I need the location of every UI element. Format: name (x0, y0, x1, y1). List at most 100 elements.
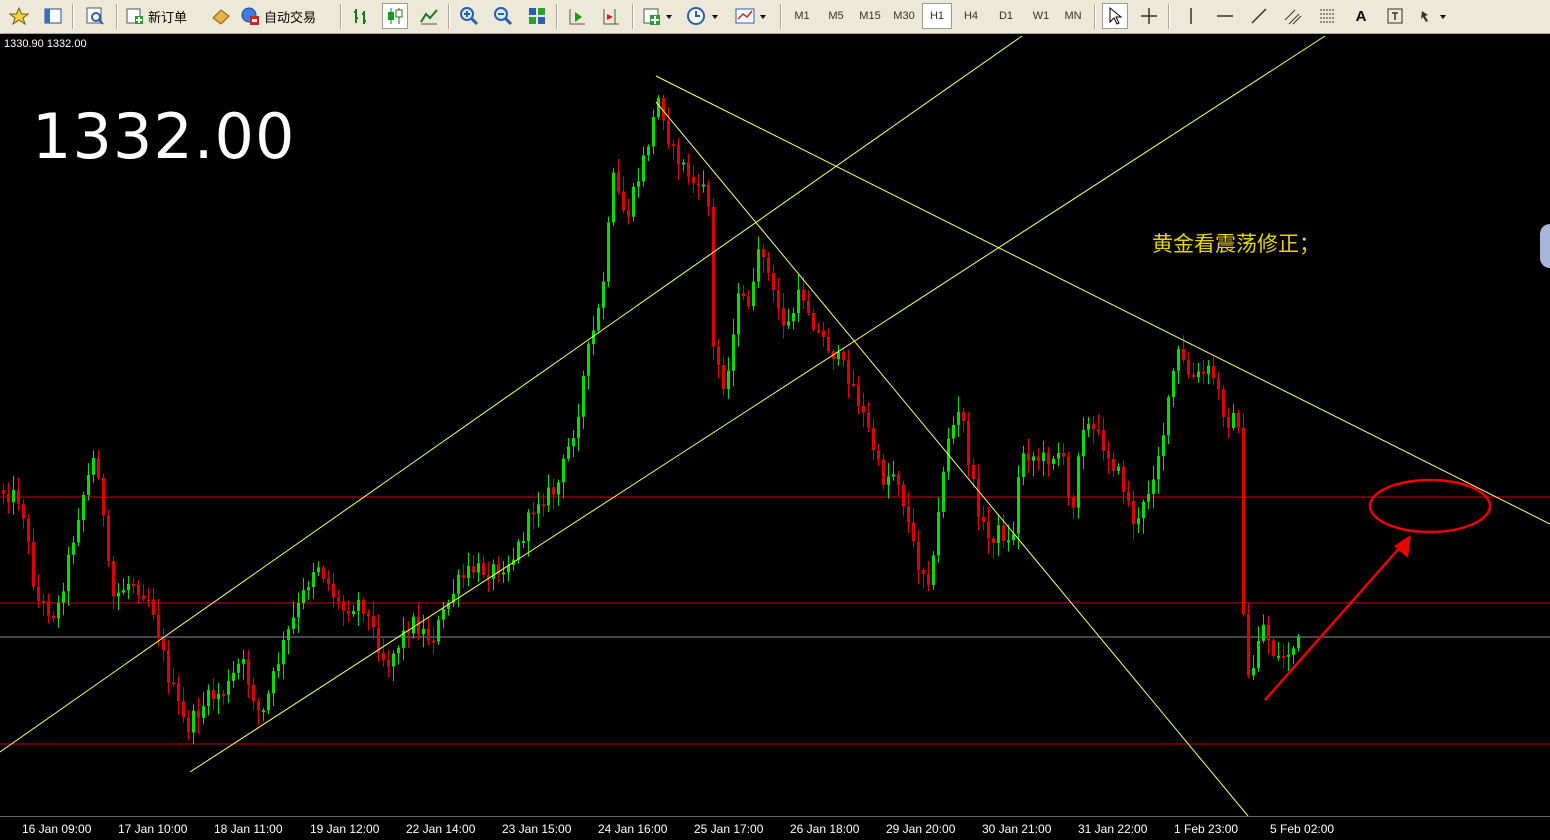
timeframe-h4[interactable]: H4 (956, 3, 986, 29)
candle-body (532, 512, 535, 515)
candle-body (1162, 435, 1165, 457)
chart-shift-icon[interactable] (598, 3, 624, 29)
text-tool[interactable]: A (1348, 3, 1374, 29)
time-axis-label: 25 Jan 17:00 (694, 822, 764, 836)
candle-body (567, 446, 570, 459)
candle-body (412, 616, 415, 634)
auto-trading-icon (241, 7, 259, 25)
candle-body (982, 516, 985, 523)
candle-body (737, 293, 740, 335)
candle-body (692, 176, 695, 184)
favorites-star-icon[interactable] (6, 3, 32, 29)
timeframe-m30[interactable]: M30 (889, 3, 919, 29)
timeframe-m1[interactable]: M1 (787, 3, 817, 29)
templates-dropdown[interactable] (732, 3, 772, 29)
time-axis-label: 24 Jan 16:00 (598, 822, 668, 836)
timeframe-d1[interactable]: D1 (991, 3, 1021, 29)
candle-body (1122, 466, 1125, 492)
line-chart-icon[interactable] (416, 3, 442, 29)
candle-body (747, 296, 750, 307)
candle-body (927, 573, 930, 585)
indicators-dropdown[interactable] (640, 3, 676, 29)
candle-body (872, 427, 875, 451)
chart-scroll-knob[interactable] (1540, 224, 1550, 268)
candle-body (937, 511, 940, 556)
candle-body (422, 628, 425, 635)
profiles-icon[interactable] (40, 3, 66, 29)
candle-body (37, 586, 40, 601)
time-axis-label: 1 Feb 23:00 (1174, 822, 1239, 836)
candle-body (892, 474, 895, 477)
candle-body (437, 619, 440, 642)
candle-body (467, 566, 470, 578)
candle-body (482, 563, 485, 575)
zoom-in-icon[interactable] (456, 3, 482, 29)
candle-body (1077, 456, 1080, 508)
candle-body (72, 542, 75, 555)
candle-body (347, 610, 350, 615)
arrows-dropdown[interactable] (1416, 3, 1452, 29)
crosshair-icon[interactable] (1136, 3, 1162, 29)
candle-body (312, 572, 315, 588)
candle-body (1227, 416, 1230, 428)
time-axis-label: 26 Jan 18:00 (790, 822, 860, 836)
candle-body (1072, 496, 1075, 508)
candle-body (147, 599, 150, 602)
candle-body (632, 186, 635, 217)
tile-windows-icon[interactable] (524, 3, 550, 29)
bar-chart-icon[interactable] (348, 3, 374, 29)
cursor-icon[interactable] (1102, 3, 1128, 29)
timeframe-m5[interactable]: M5 (821, 3, 851, 29)
time-axis-label: 29 Jan 20:00 (886, 822, 956, 836)
candle-body (277, 664, 280, 672)
periods-dropdown[interactable] (684, 3, 724, 29)
horizontal-line-icon[interactable] (1212, 3, 1238, 29)
candlestick-chart-icon[interactable] (382, 3, 408, 29)
candle-body (42, 600, 45, 603)
timeframe-h1[interactable]: H1 (922, 3, 952, 29)
equidistant-channel-icon[interactable] (1280, 3, 1306, 29)
auto-scroll-icon[interactable] (564, 3, 590, 29)
timeframe-mn[interactable]: MN (1058, 3, 1088, 29)
candle-body (112, 561, 115, 597)
candle-body (917, 541, 920, 570)
candle-body (1167, 397, 1170, 436)
time-axis-label: 19 Jan 12:00 (310, 822, 380, 836)
vertical-line-icon[interactable] (1178, 3, 1204, 29)
time-axis: 16 Jan 09:00 17 Jan 10:00 18 Jan 11:00 1… (0, 816, 1550, 840)
candle-body (2, 490, 5, 494)
timeframe-w1[interactable]: W1 (1026, 3, 1056, 29)
candle-body (1222, 389, 1225, 417)
trendline-icon[interactable] (1246, 3, 1272, 29)
candle-body (1267, 624, 1270, 641)
candle-body (517, 541, 520, 560)
metaeditor-icon[interactable] (208, 3, 234, 29)
candle-body (307, 587, 310, 591)
candle-body (102, 477, 105, 516)
candle-body (752, 281, 755, 307)
candle-body (332, 583, 335, 598)
forecast-arrow-shaft (1264, 544, 1403, 701)
time-axis-label: 31 Jan 22:00 (1078, 822, 1148, 836)
candle-body (802, 289, 805, 301)
candle-body (1142, 501, 1145, 519)
market-watch-icon[interactable] (82, 3, 108, 29)
candle-body (672, 144, 675, 147)
time-axis-label: 17 Jan 10:00 (118, 822, 188, 836)
candle-body (1117, 466, 1120, 471)
candle-body (87, 474, 90, 495)
candle-body (1007, 540, 1010, 543)
auto-trading-button[interactable]: 自动交易 (240, 3, 332, 29)
candle-body (22, 504, 25, 519)
zoom-out-icon[interactable] (490, 3, 516, 29)
candle-body (132, 583, 135, 586)
timeframe-m15[interactable]: M15 (855, 3, 885, 29)
fibonacci-icon[interactable] (1314, 3, 1340, 29)
candle-body (1112, 458, 1115, 471)
candle-body (907, 506, 910, 523)
text-label-icon[interactable] (1382, 3, 1408, 29)
candle-body (427, 628, 430, 641)
new-order-button[interactable]: 新订单 (124, 3, 202, 29)
new-order-icon (126, 8, 143, 24)
candle-body (677, 144, 680, 165)
